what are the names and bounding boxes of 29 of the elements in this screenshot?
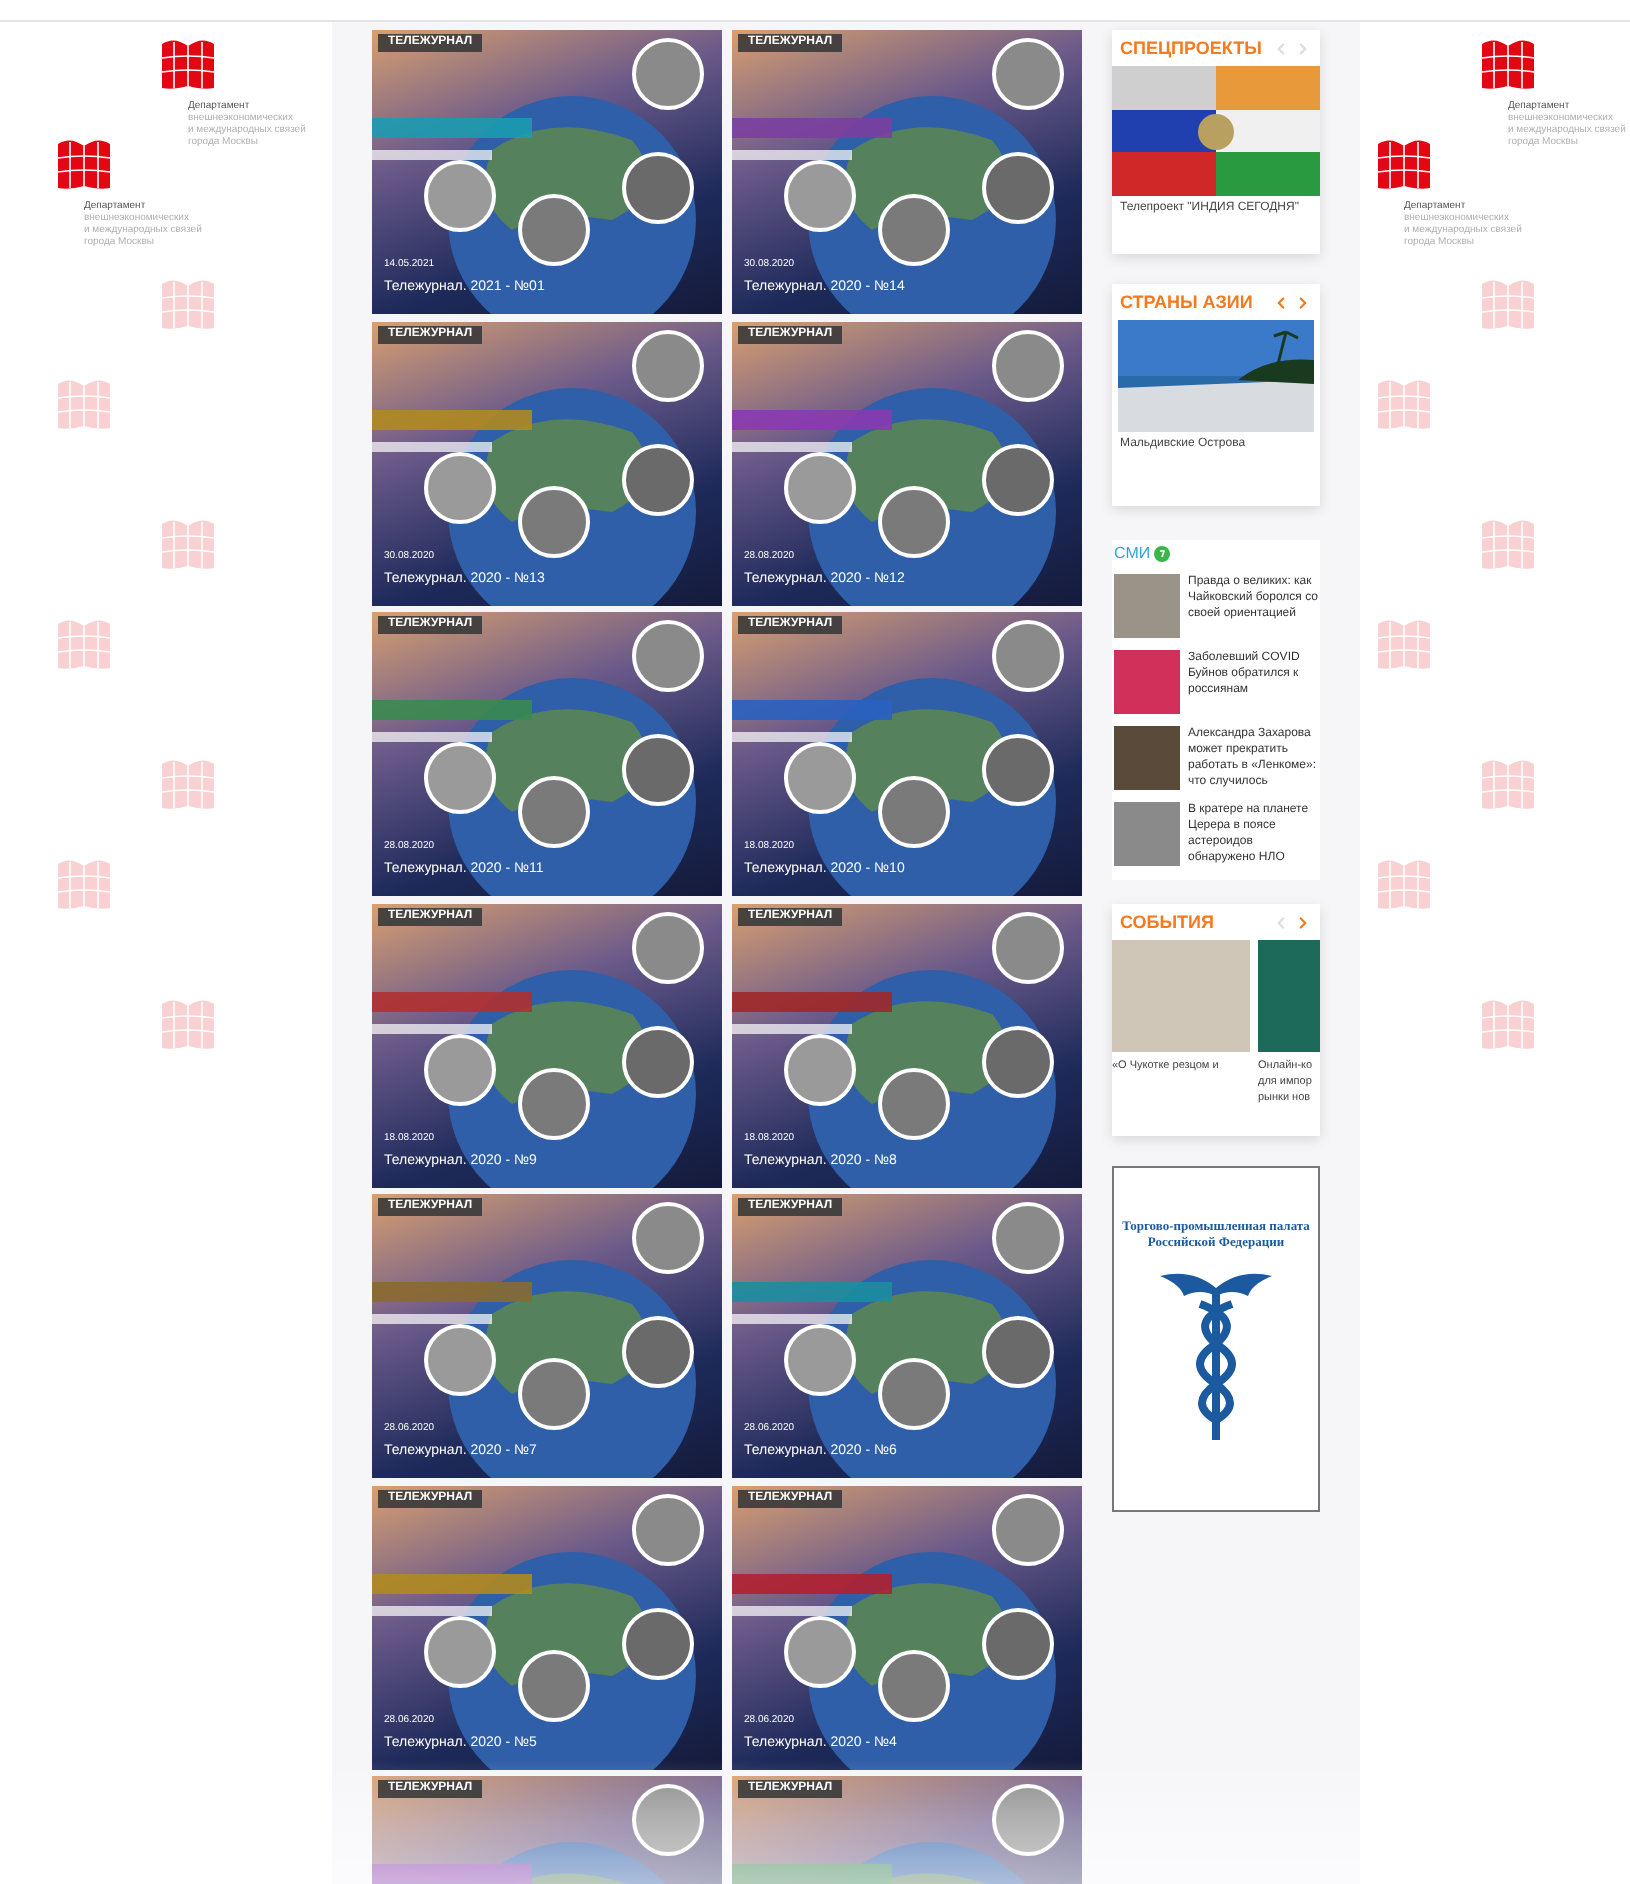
book-globe-logo-icon (160, 996, 216, 1052)
news-thumbnail[interactable] (1114, 802, 1180, 866)
count-badge-icon (1154, 546, 1171, 562)
book-globe-logo-icon (1376, 136, 1432, 192)
news-thumbnail[interactable] (1114, 726, 1180, 790)
book-globe-logo-icon (1376, 856, 1432, 912)
book-globe-logo-icon (56, 856, 112, 912)
beach-photo-drawing[interactable] (1118, 320, 1314, 432)
book-globe-logo-icon (160, 516, 216, 572)
book-globe-logo-icon (56, 136, 112, 192)
book-globe-logo-icon (56, 376, 112, 432)
book-globe-logo-icon (160, 276, 216, 332)
book-globe-logo-icon (1480, 756, 1536, 812)
flags-banner-drawing[interactable] (1112, 66, 1320, 196)
news-thumbnail[interactable] (1114, 650, 1180, 714)
book-globe-logo-icon (1376, 616, 1432, 672)
book-globe-logo-icon (1480, 996, 1536, 1052)
book-globe-logo-icon (56, 616, 112, 672)
book-globe-logo-icon (160, 756, 216, 812)
book-globe-logo-icon (1480, 36, 1536, 92)
widget-title: СОБЫТИЯ (1120, 912, 1214, 934)
book-globe-logo-icon (1480, 516, 1536, 572)
book-globe-logo-icon (1376, 376, 1432, 432)
event-poster[interactable] (1112, 940, 1250, 1052)
widget-title: СТРАНЫ АЗИИ (1120, 292, 1253, 314)
book-globe-logo-icon (160, 36, 216, 92)
widget-title: СПЕЦПРОЕКТЫ (1120, 38, 1262, 60)
book-globe-logo-icon (1480, 276, 1536, 332)
news-thumbnail[interactable] (1114, 574, 1180, 638)
